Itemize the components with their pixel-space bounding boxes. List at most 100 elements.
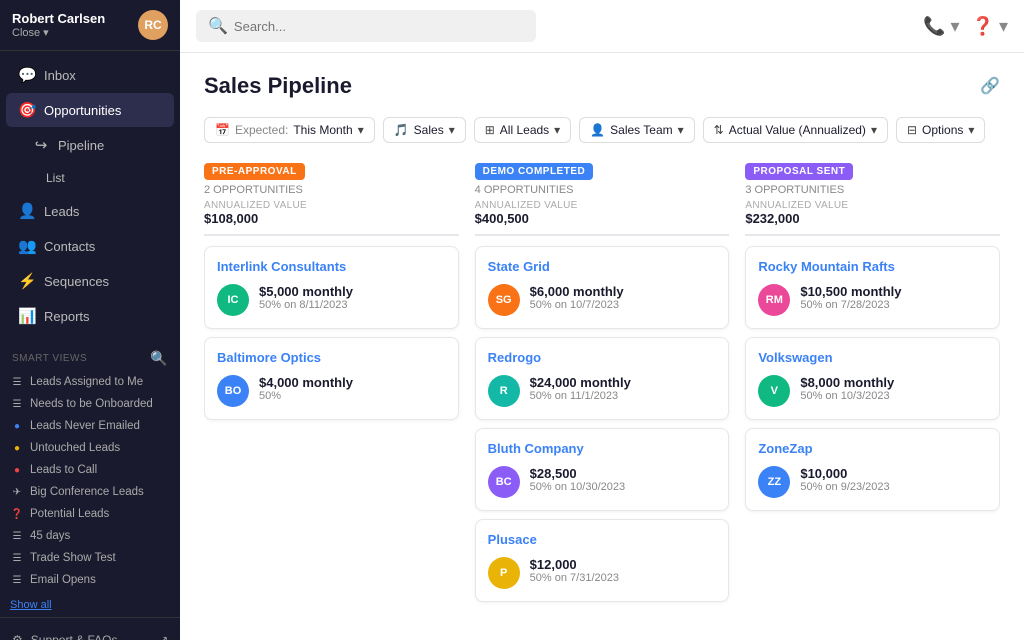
phone-icon[interactable]: 📞 ▾ xyxy=(923,16,959,37)
card-sub: 50% on 7/31/2023 xyxy=(530,572,717,584)
card-body: ZZ $10,000 50% on 9/23/2023 xyxy=(758,466,987,498)
smart-views-section-label: SMART VIEWS 🔍 xyxy=(0,340,180,371)
card-info: $8,000 monthly 50% on 10/3/2023 xyxy=(800,375,987,402)
leads-icon: 👤 xyxy=(18,202,36,220)
circle-icon: ● xyxy=(10,419,24,433)
card-avatar: SG xyxy=(488,284,520,316)
sidebar-nav: 💬 Inbox 🎯 Opportunities ↪ Pipeline List … xyxy=(0,51,180,340)
card-body: BC $28,500 50% on 10/30/2023 xyxy=(488,466,717,498)
sidebar-item-leads[interactable]: 👤 Leads xyxy=(6,194,174,228)
help-icon[interactable]: ❓ ▾ xyxy=(972,16,1008,37)
card-body: P $12,000 50% on 7/31/2023 xyxy=(488,557,717,589)
plane-icon: ✈ xyxy=(10,485,24,499)
inbox-icon: 💬 xyxy=(18,66,36,84)
smart-view-untouched-leads[interactable]: ● Untouched Leads xyxy=(0,437,180,459)
smart-views-search-icon[interactable]: 🔍 xyxy=(150,350,168,367)
column-badge: DEMO COMPLETED xyxy=(475,163,594,180)
filter-expected[interactable]: 📅 Expected: This Month ▾ xyxy=(204,117,375,143)
kanban-column-proposal-sent: PROPOSAL SENT 3 OPPORTUNITIES ANNUALIZED… xyxy=(745,161,1000,519)
chart-icon: 🎵 xyxy=(394,123,409,137)
card-body: RM $10,500 monthly 50% on 7/28/2023 xyxy=(758,284,987,316)
column-divider xyxy=(204,234,459,236)
search-input[interactable] xyxy=(234,19,524,34)
kanban-card-volkswagen[interactable]: Volkswagen V $8,000 monthly 50% on 10/3/… xyxy=(745,337,1000,420)
smart-view-needs-onboarded[interactable]: ☰ Needs to be Onboarded xyxy=(0,393,180,415)
sidebar-item-contacts[interactable]: 👥 Contacts xyxy=(6,229,174,263)
show-all-link[interactable]: Show all xyxy=(10,597,52,613)
kanban-card-rocky-mountain[interactable]: Rocky Mountain Rafts RM $10,500 monthly … xyxy=(745,246,1000,329)
card-body: BO $4,000 monthly 50% xyxy=(217,375,446,407)
filter-options[interactable]: ⊟ Options ▾ xyxy=(896,117,985,143)
sidebar-item-pipeline[interactable]: ↪ Pipeline xyxy=(6,128,174,162)
kanban-card-plusace[interactable]: Plusace P $12,000 50% on 7/31/2023 xyxy=(475,519,730,602)
annualized-value: $108,000 xyxy=(204,211,459,226)
sidebar-item-inbox[interactable]: 💬 Inbox xyxy=(6,58,174,92)
card-info: $4,000 monthly 50% xyxy=(259,375,446,402)
avatar[interactable]: RC xyxy=(138,10,168,40)
list-icon: ☰ xyxy=(10,529,24,543)
question-icon: ❓ xyxy=(10,507,24,521)
kanban-card-baltimore[interactable]: Baltimore Optics BO $4,000 monthly 50% xyxy=(204,337,459,420)
content-area: Sales Pipeline 🔗 📅 Expected: This Month … xyxy=(180,53,1024,640)
chevron-down-icon: ▾ xyxy=(358,123,364,137)
sidebar-item-opportunities[interactable]: 🎯 Opportunities xyxy=(6,93,174,127)
sidebar-item-reports[interactable]: 📊 Reports xyxy=(6,299,174,333)
card-company-name: Redrogo xyxy=(488,350,717,365)
card-sub: 50% xyxy=(259,390,446,402)
opportunities-icon: 🎯 xyxy=(18,101,36,119)
kanban-card-state-grid[interactable]: State Grid SG $6,000 monthly 50% on 10/7… xyxy=(475,246,730,329)
kanban-card-redrogo[interactable]: Redrogo R $24,000 monthly 50% on 11/1/20… xyxy=(475,337,730,420)
smart-view-label: Leads Assigned to Me xyxy=(30,376,143,388)
column-badge: PRE-APPROVAL xyxy=(204,163,305,180)
smart-view-label: Trade Show Test xyxy=(30,552,116,564)
smart-view-email-opens[interactable]: ☰ Email Opens xyxy=(0,569,180,591)
card-body: SG $6,000 monthly 50% on 10/7/2023 xyxy=(488,284,717,316)
card-company-name: Bluth Company xyxy=(488,441,717,456)
sidebar-item-list[interactable]: List xyxy=(6,163,174,193)
card-info: $24,000 monthly 50% on 11/1/2023 xyxy=(530,375,717,402)
card-body: R $24,000 monthly 50% on 11/1/2023 xyxy=(488,375,717,407)
kanban-card-bluth[interactable]: Bluth Company BC $28,500 50% on 10/30/20… xyxy=(475,428,730,511)
search-bar[interactable]: 🔍 xyxy=(196,10,536,42)
kanban-card-zonezap[interactable]: ZoneZap ZZ $10,000 50% on 9/23/2023 xyxy=(745,428,1000,511)
list-icon: ☰ xyxy=(10,375,24,389)
annualized-label: ANNUALIZED VALUE xyxy=(475,200,730,211)
card-sub: 50% on 9/23/2023 xyxy=(800,481,987,493)
smart-view-leads-never-emailed[interactable]: ● Leads Never Emailed xyxy=(0,415,180,437)
smart-view-leads-assigned[interactable]: ☰ Leads Assigned to Me xyxy=(0,371,180,393)
smart-view-potential-leads[interactable]: ❓ Potential Leads xyxy=(0,503,180,525)
card-info: $10,500 monthly 50% on 7/28/2023 xyxy=(800,284,987,311)
card-amount: $5,000 monthly xyxy=(259,284,446,299)
column-count: 3 OPPORTUNITIES xyxy=(745,184,1000,196)
kanban-card-interlink[interactable]: Interlink Consultants IC $5,000 monthly … xyxy=(204,246,459,329)
smart-view-label: 45 days xyxy=(30,530,70,542)
smart-view-leads-to-call[interactable]: ● Leads to Call xyxy=(0,459,180,481)
card-amount: $8,000 monthly xyxy=(800,375,987,390)
card-info: $10,000 50% on 9/23/2023 xyxy=(800,466,987,493)
card-sub: 50% on 8/11/2023 xyxy=(259,299,446,311)
card-avatar: V xyxy=(758,375,790,407)
list-icon: ☰ xyxy=(10,573,24,587)
reports-icon: 📊 xyxy=(18,307,36,325)
person-icon: 👤 xyxy=(590,123,605,137)
card-sub: 50% on 10/30/2023 xyxy=(530,481,717,493)
smart-view-big-conference[interactable]: ✈ Big Conference Leads xyxy=(0,481,180,503)
filter-sales-team[interactable]: 👤 Sales Team ▾ xyxy=(579,117,694,143)
sidebar-item-label: Leads xyxy=(44,204,79,219)
smart-view-trade-show[interactable]: ☰ Trade Show Test xyxy=(0,547,180,569)
filter-sales[interactable]: 🎵 Sales ▾ xyxy=(383,117,466,143)
filter-all-leads[interactable]: ⊞ All Leads ▾ xyxy=(474,117,571,143)
footer-support[interactable]: ⚙ Support & FAQs ↗ xyxy=(0,626,180,640)
smart-view-label: Untouched Leads xyxy=(30,442,120,454)
filter-actual-value[interactable]: ⇅ Actual Value (Annualized) ▾ xyxy=(703,117,888,143)
card-amount: $6,000 monthly xyxy=(530,284,717,299)
sidebar-item-sequences[interactable]: ⚡ Sequences xyxy=(6,264,174,298)
column-count: 4 OPPORTUNITIES xyxy=(475,184,730,196)
smart-view-45-days[interactable]: ☰ 45 days xyxy=(0,525,180,547)
link-icon[interactable]: 🔗 xyxy=(980,76,1000,96)
card-info: $5,000 monthly 50% on 8/11/2023 xyxy=(259,284,446,311)
sidebar-item-label: Contacts xyxy=(44,239,95,254)
card-body: V $8,000 monthly 50% on 10/3/2023 xyxy=(758,375,987,407)
card-info: $6,000 monthly 50% on 10/7/2023 xyxy=(530,284,717,311)
sidebar-close-btn[interactable]: Close ▾ xyxy=(12,26,105,39)
